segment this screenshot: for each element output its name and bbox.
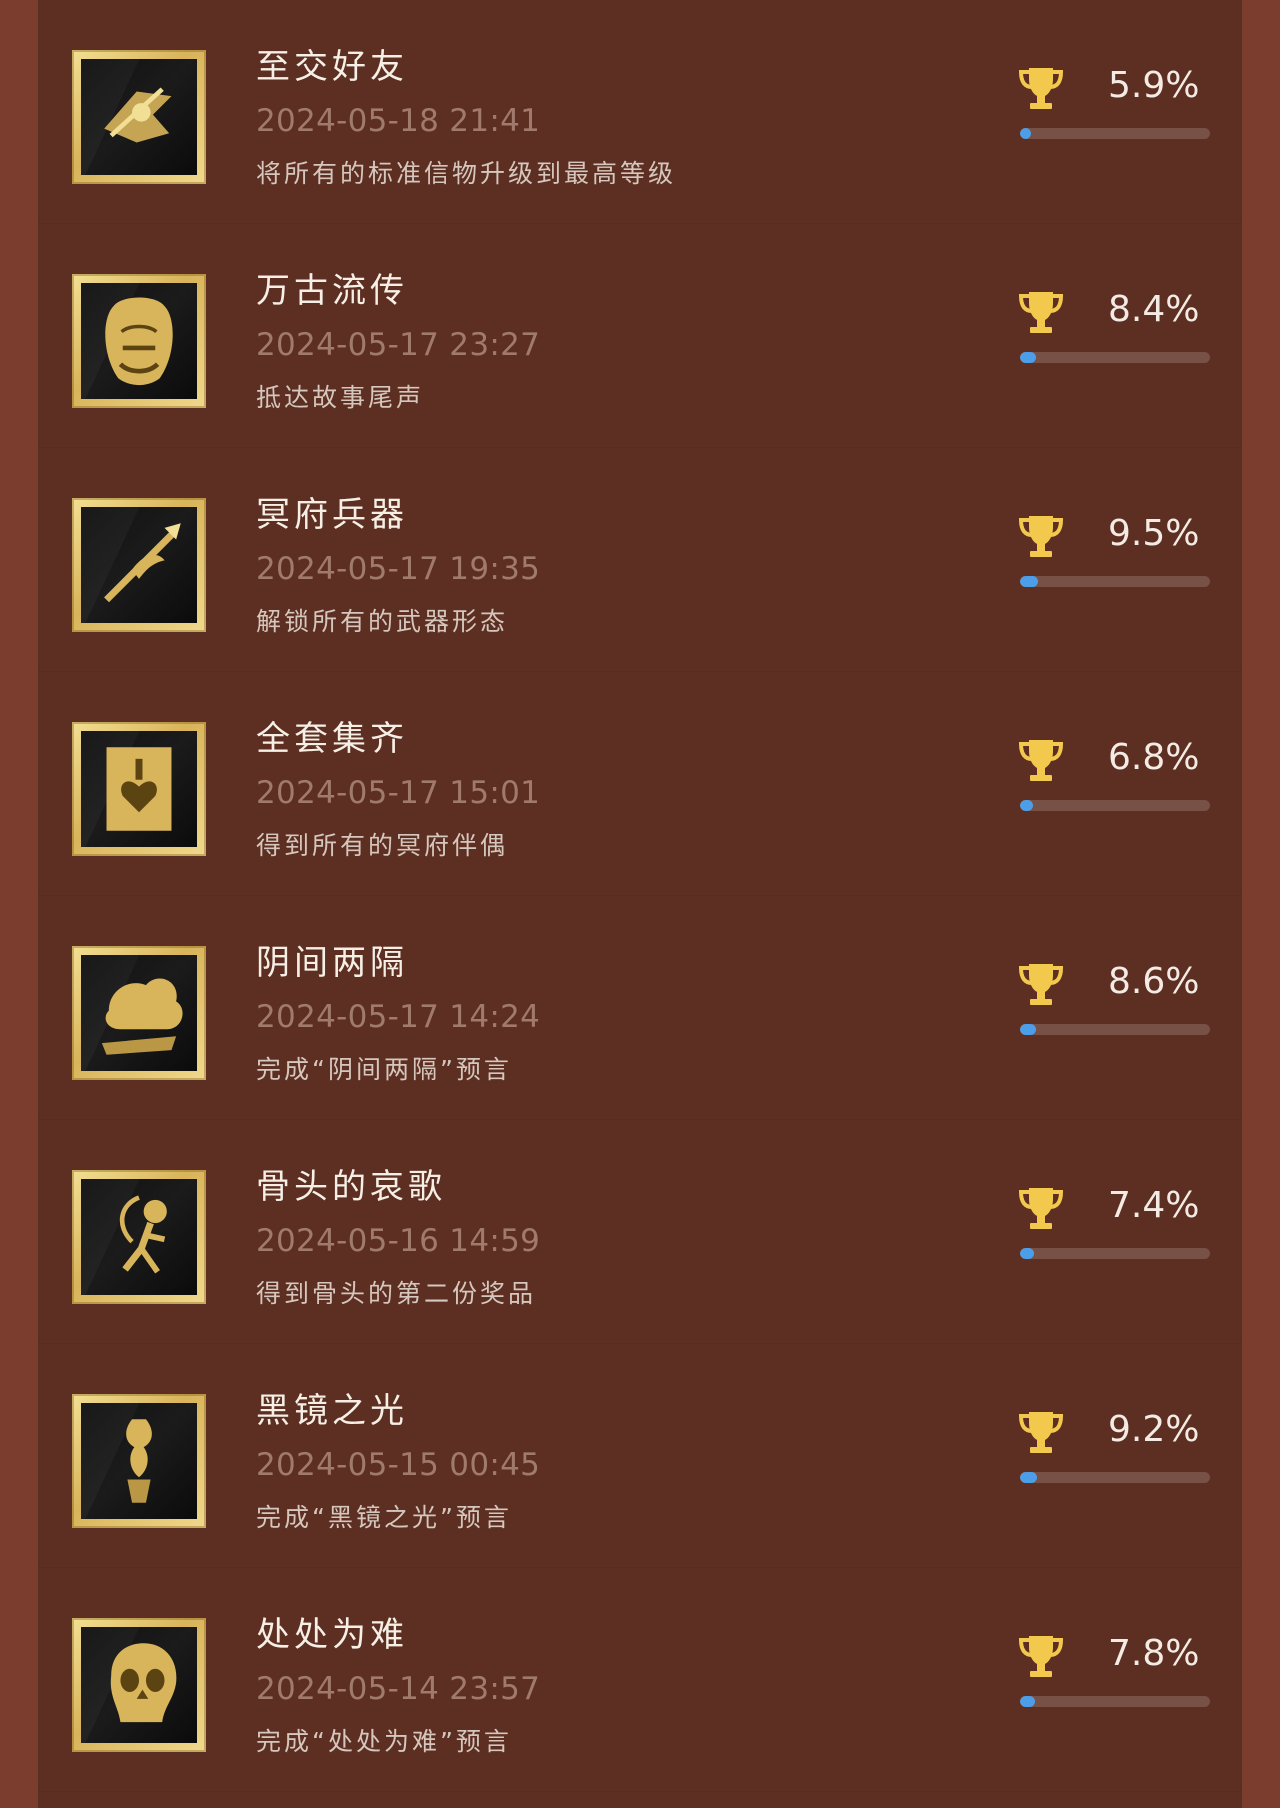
achievement-description: 得到骨头的第二份奖品: [256, 1279, 537, 1308]
achievement-badge: [72, 50, 206, 184]
achievement-item[interactable]: 阴间两隔 2024-05-17 14:24 完成“阴间两隔”预言 8.6%: [38, 896, 1242, 1120]
achievement-time: 2024-05-15 00:45: [256, 1447, 541, 1483]
achievement-item[interactable]: 全套集齐 2024-05-17 15:01 得到所有的冥府伴偶 6.8%: [38, 672, 1242, 896]
achievement-percent: 8.6%: [1108, 961, 1200, 1002]
skull-icon: [110, 1643, 177, 1723]
achievement-title: 骨头的哀歌: [256, 1167, 446, 1207]
achievement-percent: 5.9%: [1108, 65, 1200, 106]
skeleton-icon: [119, 1195, 167, 1274]
achievement-item[interactable]: 至交好友 2024-05-18 21:41 将所有的标准信物升级到最高等级 5.…: [38, 0, 1242, 224]
achievement-progress: [1020, 352, 1210, 363]
achievement-badge: [72, 274, 206, 408]
achievement-time: 2024-05-14 23:57: [256, 1671, 541, 1707]
achievement-item[interactable]: 处处为难 2024-05-14 23:57 完成“处处为难”预言 7.8%: [38, 1568, 1242, 1792]
achievement-title: 处处为难: [256, 1615, 408, 1655]
achievement-title: 万古流传: [256, 271, 408, 311]
achievement-progress: [1020, 800, 1210, 811]
achievement-percent: 9.2%: [1108, 1409, 1200, 1450]
achievement-title: 至交好友: [256, 47, 408, 87]
achievement-description: 将所有的标准信物升级到最高等级: [256, 159, 677, 188]
achievement-progress: [1020, 1024, 1210, 1035]
achievement-percent: 7.8%: [1108, 1633, 1200, 1674]
trophy-icon: [1018, 516, 1064, 557]
achievement-description: 完成“黑镜之光”预言: [256, 1503, 512, 1532]
achievement-time: 2024-05-18 21:41: [256, 103, 541, 139]
achievement-time: 2024-05-17 23:27: [256, 327, 541, 363]
achievement-percent: 7.4%: [1108, 1185, 1200, 1226]
achievement-badge: [72, 1394, 206, 1528]
trophy-icon: [1018, 1636, 1064, 1677]
trophy-icon: [1018, 68, 1064, 109]
spear-icon: [104, 523, 181, 603]
achievement-percent: 6.8%: [1108, 737, 1200, 778]
achievement-description: 抵达故事尾声: [256, 383, 425, 412]
achievement-description: 解锁所有的武器形态: [256, 607, 509, 636]
achievement-progress: [1020, 1472, 1210, 1483]
achievement-item[interactable]: 冥府兵器 2024-05-17 19:35 解锁所有的武器形态 9.5%: [38, 448, 1242, 672]
trophy-icon: [1018, 740, 1064, 781]
candle-icon: [126, 1419, 152, 1503]
achievement-badge: [72, 722, 206, 856]
achievement-item[interactable]: 骨头的哀歌 2024-05-16 14:59 得到骨头的第二份奖品 7.4%: [38, 1120, 1242, 1344]
achievement-percent: 8.4%: [1108, 289, 1200, 330]
achievement-description: 得到所有的冥府伴偶: [256, 831, 509, 860]
achievement-item[interactable]: 黑镜之光 2024-05-15 00:45 完成“黑镜之光”预言 9.2%: [38, 1344, 1242, 1568]
achievement-progress: [1020, 128, 1210, 139]
achievement-badge: [72, 946, 206, 1080]
achievement-description: 完成“处处为难”预言: [256, 1727, 512, 1756]
trophy-icon: [1018, 964, 1064, 1005]
achievement-item[interactable]: 万古流传 2024-05-17 23:27 抵达故事尾声 8.4%: [38, 224, 1242, 448]
achievement-title: 黑镜之光: [256, 1391, 408, 1431]
achievement-description: 完成“阴间两隔”预言: [256, 1055, 512, 1084]
achievement-badge: [72, 498, 206, 632]
achievement-title: 全套集齐: [256, 719, 408, 759]
achievement-progress: [1020, 576, 1210, 587]
trophy-icon: [1018, 292, 1064, 333]
raven-icon: [104, 87, 172, 143]
achievement-badge: [72, 1170, 206, 1304]
achievement-time: 2024-05-16 14:59: [256, 1223, 541, 1259]
achievement-title: 冥府兵器: [256, 495, 408, 535]
trophy-icon: [1018, 1412, 1064, 1453]
achievement-badge: [72, 1618, 206, 1752]
face-icon: [105, 297, 173, 386]
achievement-time: 2024-05-17 19:35: [256, 551, 541, 587]
achievement-progress: [1020, 1696, 1210, 1707]
cloud-figure-icon: [101, 978, 183, 1055]
achievement-time: 2024-05-17 14:24: [256, 999, 541, 1035]
achievement-progress: [1020, 1248, 1210, 1259]
achievement-time: 2024-05-17 15:01: [256, 775, 541, 811]
achievement-list: 至交好友 2024-05-18 21:41 将所有的标准信物升级到最高等级 5.…: [38, 0, 1242, 1808]
achievement-percent: 9.5%: [1108, 513, 1200, 554]
trophy-icon: [1018, 1188, 1064, 1229]
heart-lock-icon: [106, 747, 172, 831]
achievement-title: 阴间两隔: [256, 943, 408, 983]
